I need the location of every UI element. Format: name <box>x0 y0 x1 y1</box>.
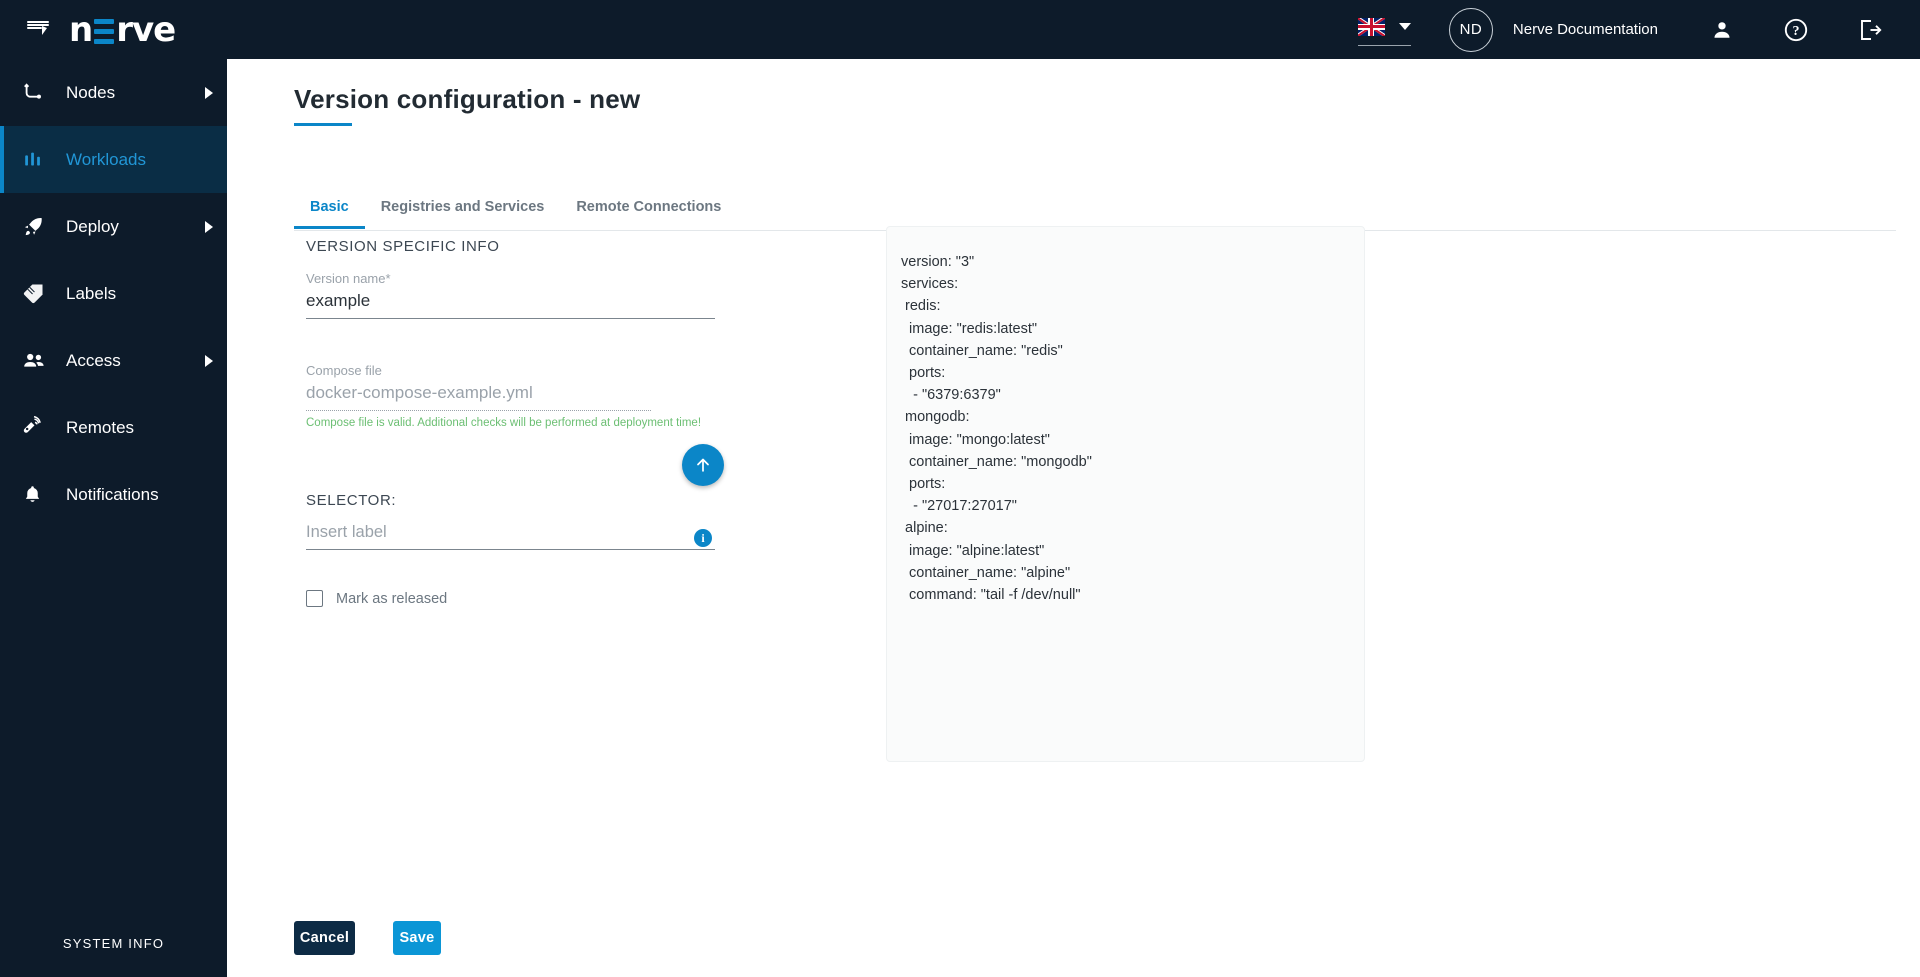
user-name-label: Nerve Documentation <box>1512 21 1658 38</box>
chevron-right-icon <box>205 354 213 367</box>
sidebar-item-label: Workloads <box>66 149 146 169</box>
compose-file-preview-panel: version: "3" services: redis: image: "re… <box>886 226 1365 762</box>
sidebar-item-notifications[interactable]: Notifications <box>0 461 227 528</box>
question-mark-icon[interactable]: ? <box>1776 10 1816 50</box>
sidebar-item-deploy[interactable]: Deploy <box>0 193 227 260</box>
logo-e-glyph <box>94 18 115 44</box>
sidebar-item-nodes[interactable]: Nodes <box>0 59 227 126</box>
cancel-button[interactable]: Cancel <box>294 921 355 955</box>
people-icon <box>22 349 56 373</box>
sidebar-item-labels[interactable]: Labels <box>0 260 227 327</box>
save-button[interactable]: Save <box>393 921 441 955</box>
tab-basic[interactable]: Basic <box>294 199 365 229</box>
sidebar-item-remotes[interactable]: Remotes <box>0 394 227 461</box>
tag-icon <box>22 282 56 305</box>
yaml-line: version: "3" <box>901 254 975 270</box>
remote-control-icon <box>22 416 56 439</box>
sidebar-item-label: Remotes <box>66 417 135 437</box>
yaml-line: alpine: <box>901 520 948 537</box>
page-title: Version configuration - new <box>294 84 641 114</box>
version-name-input[interactable] <box>306 289 715 319</box>
chevron-right-icon <box>205 220 213 233</box>
yaml-line: image: "redis:latest" <box>901 320 1038 337</box>
sidebar-item-workloads[interactable]: Workloads <box>0 126 227 193</box>
hamburger-menu-icon[interactable] <box>27 20 49 39</box>
avatar-initials: ND <box>1459 21 1483 38</box>
yaml-line: services: <box>901 276 959 293</box>
compose-file-label: Compose file <box>306 363 382 378</box>
selector-input[interactable] <box>306 521 715 550</box>
title-underline <box>294 123 352 126</box>
yaml-line: - "6379:6379" <box>901 387 1001 404</box>
yaml-line: image: "alpine:latest" <box>901 542 1045 559</box>
tab-registries-and-services[interactable]: Registries and Services <box>365 199 561 228</box>
selector-field <box>306 521 715 550</box>
application-root: n rve ND Nerve Documentation ? Nodes Wor… <box>0 0 1920 977</box>
sidebar-item-label: Notifications <box>66 484 159 504</box>
chevron-down-icon <box>1398 23 1411 30</box>
yaml-line: command: "tail -f /dev/null" <box>901 587 1081 604</box>
version-specific-info-heading: VERSION SPECIFIC INFO <box>306 238 500 255</box>
yaml-line: container_name: "redis" <box>901 342 1063 359</box>
mark-as-released-row[interactable]: Mark as released <box>306 590 447 607</box>
rocket-icon <box>22 215 56 238</box>
upload-arrow-icon[interactable] <box>682 444 724 486</box>
united-kingdom-flag-icon <box>1357 17 1385 36</box>
yaml-line: image: "mongo:latest" <box>901 431 1050 448</box>
tab-remote-connections[interactable]: Remote Connections <box>560 199 737 228</box>
sidebar-item-label: Nodes <box>66 82 116 102</box>
yaml-line: - "27017:27017" <box>901 498 1017 515</box>
selector-heading: SELECTOR: <box>306 492 397 509</box>
yaml-line: ports: <box>901 365 946 382</box>
sidebar-item-label: Access <box>66 350 121 370</box>
svg-text:?: ? <box>1793 24 1800 39</box>
nerve-logo[interactable]: n rve <box>69 9 176 50</box>
yaml-line: container_name: "mongodb" <box>901 453 1092 470</box>
nodes-icon <box>22 82 56 104</box>
bell-icon <box>22 484 56 505</box>
logout-icon[interactable] <box>1850 10 1890 50</box>
version-name-field: Version name* <box>306 271 715 319</box>
top-bar: n rve ND Nerve Documentation ? <box>0 0 1920 59</box>
top-bar-right-group: ND Nerve Documentation ? <box>1357 0 1920 59</box>
mark-as-released-checkbox[interactable] <box>306 590 323 607</box>
sidebar: Nodes Workloads Deploy Labels Access Rem… <box>0 59 227 977</box>
logo-text-left: n <box>69 9 93 50</box>
version-name-label: Version name* <box>306 271 391 286</box>
compose-file-field: Compose file Compose file is valid. Addi… <box>306 363 701 430</box>
language-selector[interactable] <box>1357 14 1411 46</box>
yaml-line: ports: <box>901 476 946 493</box>
compose-file-validation-message: Compose file is valid. Additional checks… <box>306 417 702 429</box>
sidebar-item-access[interactable]: Access <box>0 327 227 394</box>
main-content: Version configuration - new Basic Regist… <box>227 59 1920 977</box>
sidebar-item-label: Labels <box>66 283 117 303</box>
yaml-line: container_name: "alpine" <box>901 564 1071 581</box>
logo-text-right: rve <box>116 9 176 50</box>
mark-as-released-label: Mark as released <box>336 590 448 607</box>
yaml-line: mongodb: <box>901 409 970 426</box>
sidebar-item-label: Deploy <box>66 216 119 236</box>
person-icon[interactable] <box>1702 10 1742 50</box>
chevron-right-icon <box>205 86 213 99</box>
workloads-icon <box>22 149 56 171</box>
system-info-link[interactable]: SYSTEM INFO <box>0 936 227 977</box>
compose-file-input[interactable] <box>306 381 651 411</box>
yaml-line: redis: <box>901 298 941 315</box>
avatar[interactable]: ND <box>1448 7 1493 52</box>
info-icon[interactable]: i <box>694 529 712 547</box>
